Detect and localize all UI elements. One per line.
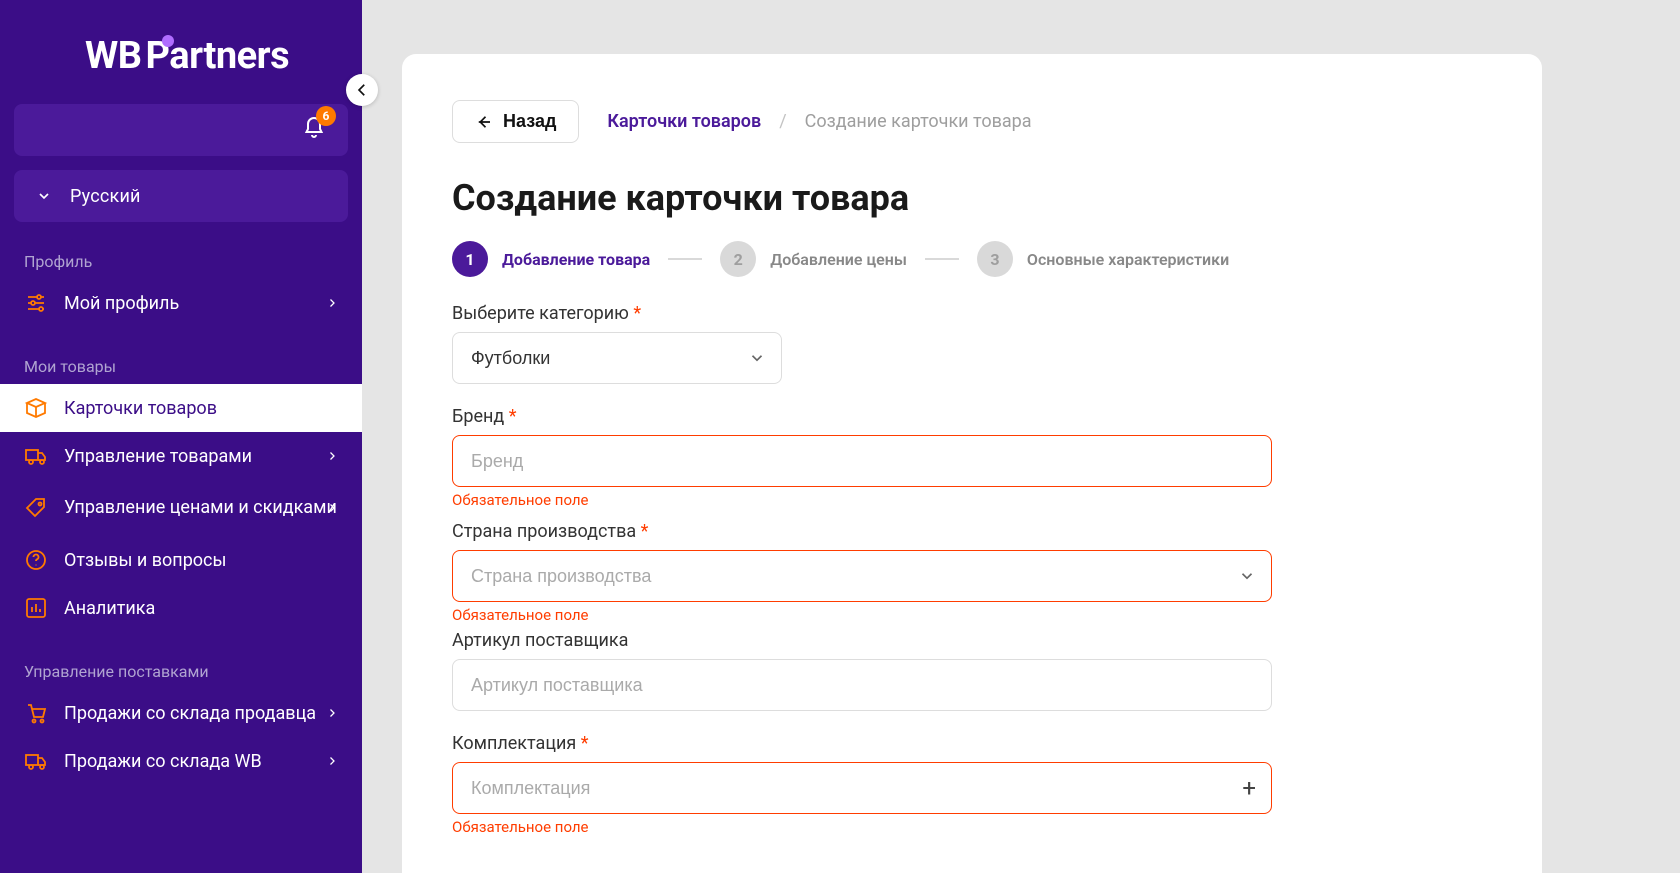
step-3-number: 3 (977, 241, 1013, 277)
nav-label: Отзывы и вопросы (64, 550, 226, 571)
category-input[interactable] (452, 332, 782, 384)
logo: WB Partners (0, 0, 362, 78)
language-selector[interactable]: Русский (14, 170, 348, 222)
section-supply: Управление поставками (0, 632, 362, 689)
step-divider (668, 258, 702, 260)
cart-icon (24, 701, 48, 725)
collapse-sidebar-button[interactable] (346, 74, 378, 106)
bell-wrap: 6 (302, 116, 326, 144)
step-3-label: Основные характеристики (1027, 250, 1229, 269)
page-title: Создание карточки товара (452, 177, 1492, 219)
country-error: Обязательное поле (452, 606, 1492, 624)
breadcrumb-current: Создание карточки товара (805, 111, 1032, 132)
step-2[interactable]: 2 Добавление цены (720, 241, 907, 277)
country-input[interactable] (452, 550, 1272, 602)
field-sku: Артикул поставщика (452, 630, 1492, 711)
sku-input[interactable] (452, 659, 1272, 711)
nav-label: Аналитика (64, 598, 155, 619)
nav-sales-seller[interactable]: Продажи со склада продавца (0, 689, 362, 737)
brand-error: Обязательное поле (452, 491, 1492, 509)
language-label: Русский (70, 186, 141, 207)
sku-input-wrap (452, 659, 1272, 711)
brand-label: Бренд * (452, 406, 1492, 427)
brand-input-wrap (452, 435, 1272, 487)
logo-dot-icon (162, 35, 174, 47)
brand-input[interactable] (452, 435, 1272, 487)
chevron-right-icon (326, 707, 338, 719)
chart-icon (24, 596, 48, 620)
nav-label: Управление ценами и скидками (64, 497, 337, 519)
breadcrumb: Карточки товаров / Создание карточки тов… (607, 111, 1031, 132)
field-category: Выберите категорию * (452, 303, 1492, 384)
chevron-right-icon (326, 450, 338, 462)
required-star: * (641, 521, 649, 542)
truck-icon (24, 749, 48, 773)
category-select[interactable] (452, 332, 782, 384)
country-label: Страна производства * (452, 521, 1492, 542)
category-label: Выберите категорию * (452, 303, 1492, 324)
chevron-down-icon (36, 188, 52, 204)
nav-cards[interactable]: Карточки товаров (0, 384, 362, 432)
nav-label: Управление товарами (64, 446, 252, 467)
kit-label-text: Комплектация (452, 733, 576, 754)
required-star: * (633, 303, 641, 324)
nav-label: Продажи со склада WB (64, 751, 262, 772)
kit-input[interactable] (452, 762, 1272, 814)
back-button-label: Назад (503, 111, 556, 132)
step-2-label: Добавление цены (770, 250, 907, 269)
category-label-text: Выберите категорию (452, 303, 629, 324)
kit-label: Комплектация * (452, 733, 1492, 754)
back-button[interactable]: Назад (452, 100, 579, 143)
sliders-icon (24, 291, 48, 315)
nav-sales-wb[interactable]: Продажи со склада WB (0, 737, 362, 785)
box-icon (24, 396, 48, 420)
section-goods: Мои товары (0, 327, 362, 384)
nav-label: Карточки товаров (64, 398, 217, 419)
nav-label: Продажи со склада продавца (64, 703, 316, 724)
question-circle-icon (24, 548, 48, 572)
nav-manage-prices[interactable]: Управление ценами и скидками (0, 480, 362, 536)
breadcrumb-sep: / (779, 111, 786, 132)
kit-error: Обязательное поле (452, 818, 1492, 836)
kit-input-wrap: + (452, 762, 1272, 814)
notification-bar[interactable]: 6 (14, 104, 348, 156)
chevron-right-icon (326, 297, 338, 309)
field-brand: Бренд * Обязательное поле (452, 406, 1492, 509)
field-country: Страна производства * Обязательное поле (452, 521, 1492, 624)
field-kit: Комплектация * + Обязательное поле (452, 733, 1492, 836)
step-1-label: Добавление товара (502, 250, 650, 269)
arrow-left-icon (475, 113, 493, 131)
arrow-left-icon (353, 81, 371, 99)
steps: 1 Добавление товара 2 Добавление цены 3 … (452, 241, 1492, 277)
notification-count-badge: 6 (316, 106, 336, 126)
nav-reviews[interactable]: Отзывы и вопросы (0, 536, 362, 584)
required-star: * (581, 733, 589, 754)
section-profile: Профиль (0, 222, 362, 279)
step-1-number: 1 (452, 241, 488, 277)
top-row: Назад Карточки товаров / Создание карточ… (452, 100, 1492, 143)
chevron-right-icon (326, 755, 338, 767)
brand-label-text: Бренд (452, 406, 504, 427)
main-area: Назад Карточки товаров / Создание карточ… (362, 0, 1680, 873)
step-divider (925, 258, 959, 260)
step-1[interactable]: 1 Добавление товара (452, 241, 650, 277)
sku-label: Артикул поставщика (452, 630, 1492, 651)
nav-manage-goods[interactable]: Управление товарами (0, 432, 362, 480)
plus-icon[interactable]: + (1242, 774, 1256, 802)
nav-label: Мой профиль (64, 293, 179, 314)
breadcrumb-link[interactable]: Карточки товаров (607, 111, 761, 132)
truck-icon (24, 444, 48, 468)
country-select[interactable] (452, 550, 1272, 602)
content-card: Назад Карточки товаров / Создание карточ… (402, 54, 1542, 873)
nav-my-profile[interactable]: Мой профиль (0, 279, 362, 327)
chevron-right-icon (326, 502, 338, 514)
required-star: * (509, 406, 517, 427)
sidebar: WB Partners 6 Русский Профиль Мой профил… (0, 0, 362, 873)
logo-wb: WB (85, 34, 142, 78)
tag-icon (24, 496, 48, 520)
step-2-number: 2 (720, 241, 756, 277)
country-label-text: Страна производства (452, 521, 636, 542)
nav-analytics[interactable]: Аналитика (0, 584, 362, 632)
step-3[interactable]: 3 Основные характеристики (977, 241, 1229, 277)
